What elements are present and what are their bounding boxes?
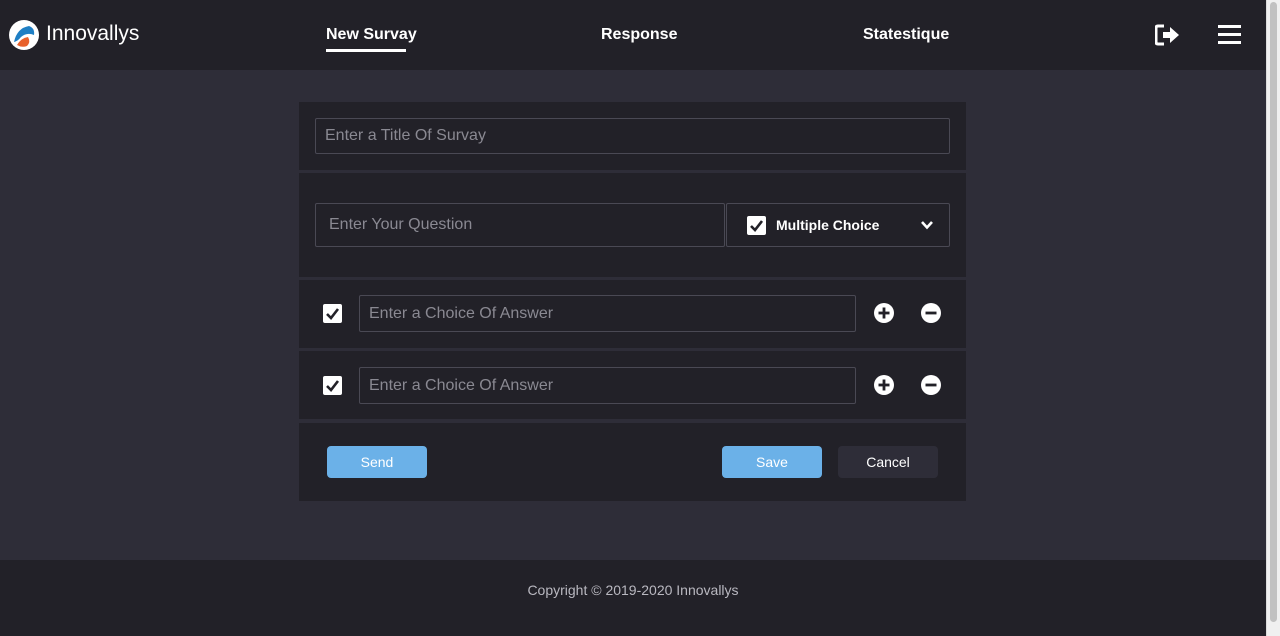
innovallys-logo-icon[interactable] (9, 20, 39, 50)
nav-active-indicator (326, 49, 406, 52)
question-type-label: Multiple Choice (776, 217, 880, 233)
chevron-down-icon (920, 218, 934, 237)
choice-checkbox[interactable] (323, 376, 342, 395)
survey-title-input[interactable]: Enter a Title Of Survay (315, 118, 950, 154)
question-type-select[interactable]: Multiple Choice (726, 203, 950, 247)
brand-name[interactable]: Innovallys (46, 22, 139, 46)
copyright-text: Copyright © 2019-2020 Innovallys (527, 582, 739, 598)
add-choice-button[interactable] (874, 303, 894, 323)
add-choice-button[interactable] (874, 375, 894, 395)
checkbox-checked-icon (747, 216, 766, 235)
choice-input[interactable]: Enter a Choice Of Answer (359, 295, 856, 332)
cancel-button[interactable]: Cancel (838, 446, 938, 478)
choice-checkbox[interactable] (323, 304, 342, 323)
remove-choice-button[interactable] (921, 375, 941, 395)
page-scrollbar[interactable] (1266, 0, 1280, 636)
nav-response[interactable]: Response (601, 26, 677, 44)
footer: Copyright © 2019-2020 Innovallys (0, 560, 1266, 636)
remove-choice-button[interactable] (921, 303, 941, 323)
save-button[interactable]: Save (722, 446, 822, 478)
choice-input[interactable]: Enter a Choice Of Answer (359, 367, 856, 404)
hamburger-menu-icon[interactable] (1218, 24, 1241, 51)
send-button[interactable]: Send (327, 446, 427, 478)
nav-new-survey[interactable]: New Survay (326, 26, 417, 44)
scrollbar-thumb[interactable] (1270, 2, 1277, 622)
logout-icon[interactable] (1154, 24, 1180, 51)
question-input[interactable]: Enter Your Question (315, 203, 725, 247)
top-navbar: Innovallys New Survay Response Statestiq… (0, 0, 1266, 70)
nav-statestique[interactable]: Statestique (863, 26, 949, 44)
